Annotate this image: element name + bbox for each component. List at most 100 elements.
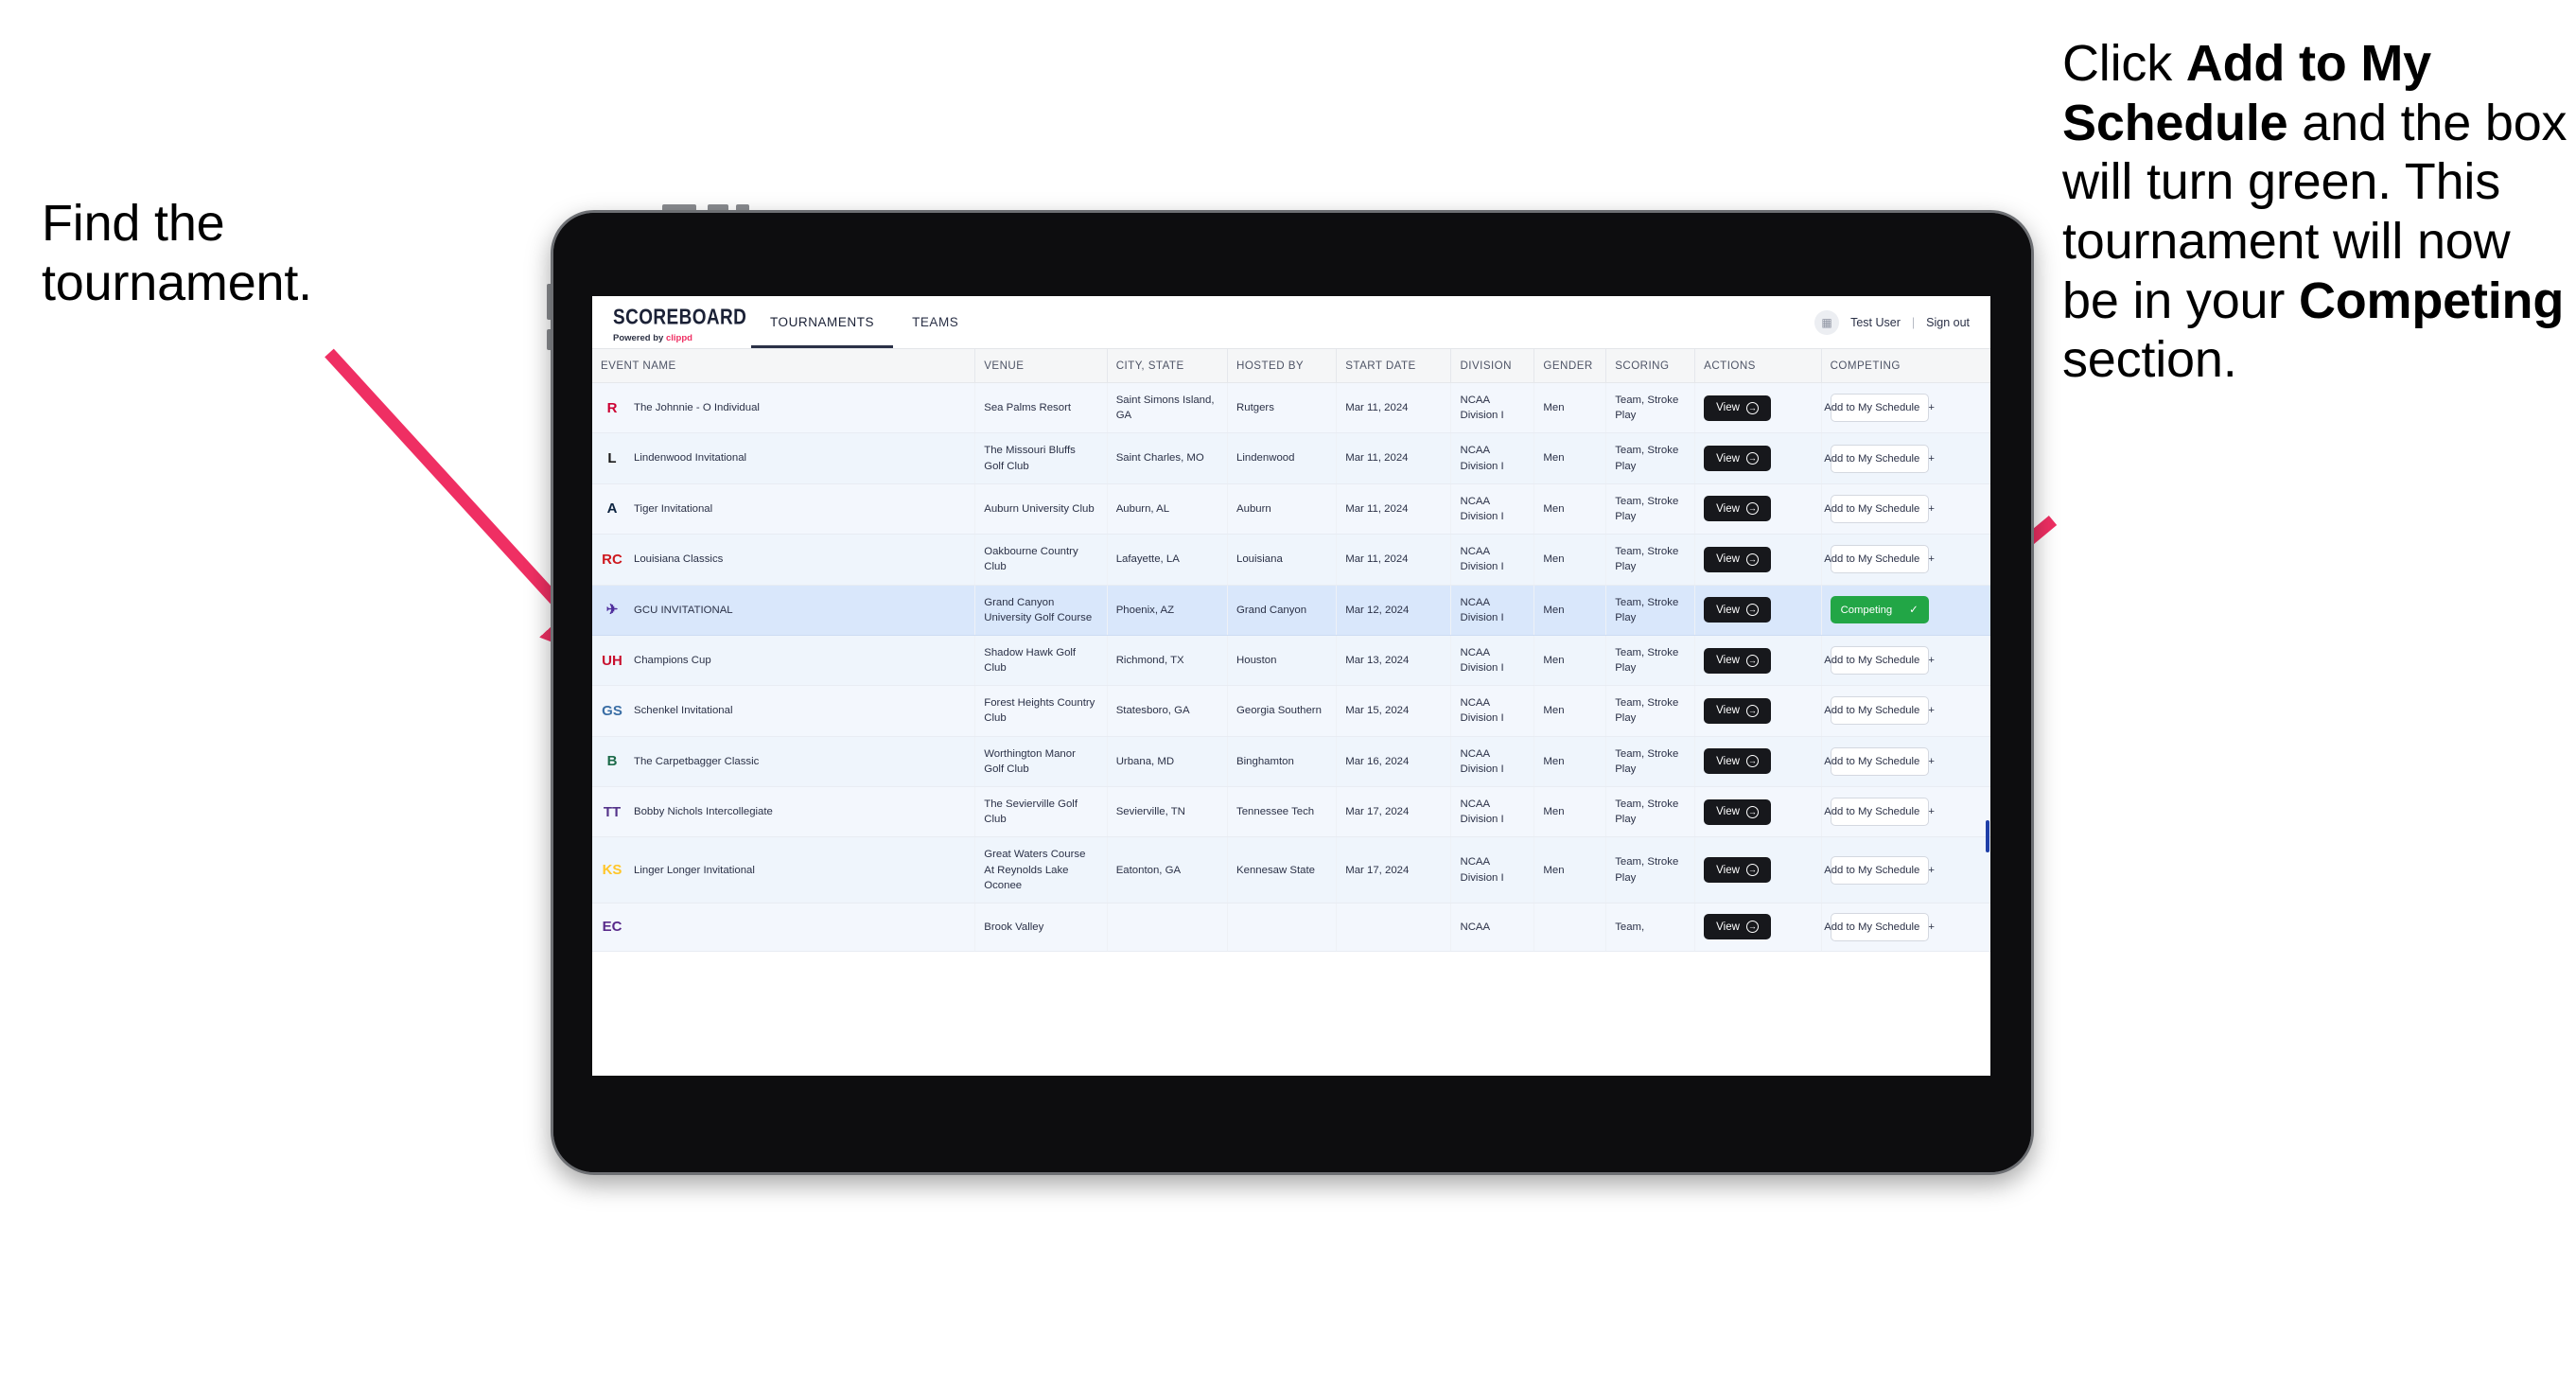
cell-actions: View → xyxy=(1694,534,1822,586)
col-header-division[interactable]: DIVISION xyxy=(1450,349,1535,383)
event-name-group: ✈ GCU INVITATIONAL xyxy=(601,599,966,622)
table-row[interactable]: B The Carpetbagger Classic Worthington Man… xyxy=(592,736,1990,788)
cell-scoring: Team, Stroke Play xyxy=(1605,736,1696,788)
arrow-right-circle-icon: → xyxy=(1745,755,1759,768)
competing-button[interactable]: Competing ✓ xyxy=(1830,596,1929,624)
brand-logo[interactable]: SCOREBOARD Powered by clippd xyxy=(592,296,746,348)
event-name-group: L Lindenwood Invitational xyxy=(601,447,966,470)
view-button-label: View xyxy=(1716,806,1740,818)
table-row[interactable]: TT Bobby Nichols Intercollegiate The Sevie… xyxy=(592,786,1990,838)
add-to-my-schedule-button[interactable]: Add to My Schedule + xyxy=(1824,912,1935,941)
sign-out-link[interactable]: Sign out xyxy=(1926,316,1970,329)
cell-competing: Add to My Schedule + xyxy=(1821,685,1990,737)
view-button[interactable]: View → xyxy=(1704,647,1771,674)
cell-venue: The Missouri Bluffs Golf Club xyxy=(974,432,1108,484)
add-to-my-schedule-label: Add to My Schedule xyxy=(1824,806,1920,818)
col-header-venue[interactable]: VENUE xyxy=(974,349,1108,383)
view-button-label: View xyxy=(1716,755,1740,767)
table-row[interactable]: UH Champions Cup Shadow Hawk Golf Club Rich… xyxy=(592,635,1990,687)
cell-start-date: Mar 17, 2024 xyxy=(1336,786,1452,838)
event-name-group: RC Louisiana Classics xyxy=(601,548,966,570)
col-header-competing[interactable]: COMPETING xyxy=(1821,349,1990,383)
plus-icon: + xyxy=(1928,655,1935,667)
add-to-my-schedule-label: Add to My Schedule xyxy=(1824,864,1920,876)
event-name-group: KS Linger Longer Invitational xyxy=(601,859,966,882)
cell-venue: Oakbourne Country Club xyxy=(974,534,1108,586)
cell-actions: View → xyxy=(1694,382,1822,434)
add-to-my-schedule-button[interactable]: Add to My Schedule + xyxy=(1824,394,1935,423)
cell-start-date: Mar 17, 2024 xyxy=(1336,836,1452,904)
col-header-actions[interactable]: ACTIONS xyxy=(1694,349,1822,383)
table-row[interactable]: EC Brook Valley NCAA Team, View → Add to My Sc… xyxy=(592,903,1990,952)
view-button[interactable]: View → xyxy=(1704,597,1771,623)
cell-division: NCAA Division I xyxy=(1450,836,1535,904)
table-row[interactable]: GS Schenkel Invitational Forest Heights Co… xyxy=(592,685,1990,737)
view-button[interactable]: View → xyxy=(1704,857,1771,884)
cell-competing: Add to My Schedule + xyxy=(1821,534,1990,586)
col-header-scoring[interactable]: SCORING xyxy=(1605,349,1696,383)
team-logo-icon: KS xyxy=(602,862,622,879)
cell-hosted-by: Tennessee Tech xyxy=(1227,786,1338,838)
col-header-city-state[interactable]: CITY, STATE xyxy=(1107,349,1229,383)
add-to-my-schedule-button[interactable]: Add to My Schedule + xyxy=(1824,746,1935,776)
event-name-label: Louisiana Classics xyxy=(634,553,724,566)
col-header-event-name[interactable]: EVENT NAME xyxy=(592,349,976,383)
add-to-my-schedule-label: Add to My Schedule xyxy=(1824,452,1920,465)
cell-gender: Men xyxy=(1533,836,1607,904)
view-button[interactable]: View → xyxy=(1704,546,1771,572)
col-header-gender[interactable]: GENDER xyxy=(1533,349,1607,383)
grid-icon[interactable]: ▦ xyxy=(1814,309,1840,335)
table-row[interactable]: RC Louisiana Classics Oakbourne Country Cl… xyxy=(592,534,1990,586)
cell-competing: Add to My Schedule + xyxy=(1821,635,1990,687)
arrow-right-circle-icon: → xyxy=(1745,502,1759,516)
cell-actions: View → xyxy=(1694,635,1822,687)
team-logo-icon: RC xyxy=(602,551,622,568)
add-to-my-schedule-button[interactable]: Add to My Schedule + xyxy=(1824,855,1935,885)
cell-city-state: Saint Charles, MO xyxy=(1107,432,1229,484)
add-to-my-schedule-button[interactable]: Add to My Schedule + xyxy=(1824,798,1935,827)
event-name-group: A Tiger Invitational xyxy=(601,498,966,520)
arrow-right-circle-icon: → xyxy=(1745,401,1759,414)
view-button[interactable]: View → xyxy=(1704,446,1771,472)
cell-gender: Men xyxy=(1533,585,1607,636)
cell-city-state: Lafayette, LA xyxy=(1107,534,1229,586)
team-logo-icon: UH xyxy=(602,652,622,669)
team-logo-icon: GS xyxy=(602,702,622,719)
main-nav: TOURNAMENTS TEAMS xyxy=(751,296,977,348)
event-name-label: The Johnnie - O Individual xyxy=(634,402,760,414)
view-button[interactable]: View → xyxy=(1704,697,1771,724)
add-to-my-schedule-button[interactable]: Add to My Schedule + xyxy=(1824,545,1935,574)
vertical-scrollbar[interactable] xyxy=(1986,820,1989,852)
add-to-my-schedule-button[interactable]: Add to My Schedule + xyxy=(1824,696,1935,726)
table-row[interactable]: KS Linger Longer Invitational Great Waters… xyxy=(592,836,1990,904)
table-row[interactable]: R The Johnnie - O Individual Sea Palms Res… xyxy=(592,382,1990,434)
view-button[interactable]: View → xyxy=(1704,395,1771,421)
add-to-my-schedule-label: Add to My Schedule xyxy=(1824,921,1920,933)
nav-tab-tournaments[interactable]: TOURNAMENTS xyxy=(751,296,894,348)
plus-icon: + xyxy=(1928,755,1935,767)
col-header-start-date[interactable]: START DATE xyxy=(1336,349,1452,383)
view-button[interactable]: View → xyxy=(1704,914,1771,940)
cell-venue: Forest Heights Country Club xyxy=(974,685,1108,737)
cell-scoring: Team, Stroke Play xyxy=(1605,585,1696,636)
table-row[interactable]: ✈ GCU INVITATIONAL Grand Canyon University… xyxy=(592,585,1990,636)
view-button[interactable]: View → xyxy=(1704,748,1771,775)
plus-icon: + xyxy=(1928,921,1935,933)
annotation-right-bold2: Competing xyxy=(2298,272,2565,329)
tournaments-table-wrapper[interactable]: EVENT NAME VENUE CITY, STATE HOSTED BY S… xyxy=(592,349,1990,1076)
cell-scoring: Team, Stroke Play xyxy=(1605,836,1696,904)
cell-city-state: Phoenix, AZ xyxy=(1107,585,1229,636)
col-header-hosted-by[interactable]: HOSTED BY xyxy=(1227,349,1338,383)
cell-actions: View → xyxy=(1694,483,1822,535)
event-name-group: R The Johnnie - O Individual xyxy=(601,396,966,419)
view-button[interactable]: View → xyxy=(1704,496,1771,522)
table-row[interactable]: L Lindenwood Invitational The Missouri Blu… xyxy=(592,432,1990,484)
nav-tab-teams[interactable]: TEAMS xyxy=(893,296,977,348)
add-to-my-schedule-button[interactable]: Add to My Schedule + xyxy=(1824,444,1935,473)
add-to-my-schedule-button[interactable]: Add to My Schedule + xyxy=(1824,494,1935,523)
table-row[interactable]: A Tiger Invitational Auburn University Clu… xyxy=(592,483,1990,535)
view-button-label: View xyxy=(1716,921,1740,933)
add-to-my-schedule-button[interactable]: Add to My Schedule + xyxy=(1824,646,1935,675)
arrow-right-circle-icon: → xyxy=(1745,452,1759,465)
view-button[interactable]: View → xyxy=(1704,798,1771,825)
